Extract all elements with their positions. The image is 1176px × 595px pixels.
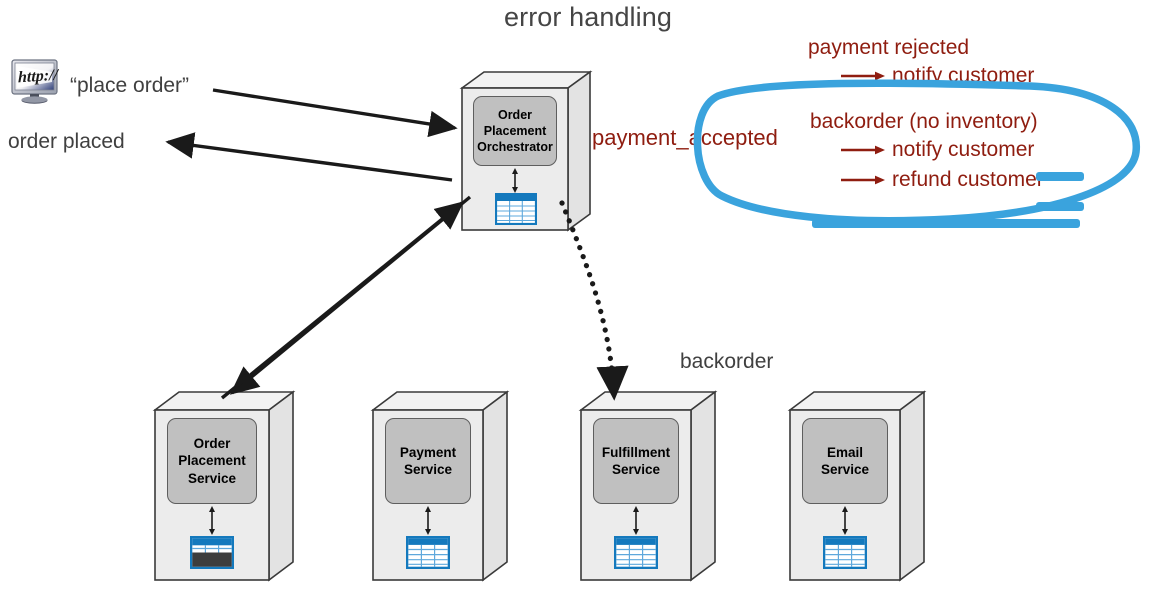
fulfillment-service-label-plate: Fulfillment Service <box>593 418 679 504</box>
payment-service-box[interactable]: Payment Service <box>370 390 510 582</box>
service-line-3: Service <box>187 470 237 486</box>
email-service-database-table-icon <box>822 535 868 574</box>
highlight-dash-notify-customer <box>1036 172 1084 181</box>
order-placement-service-database-table-icon-filled <box>189 535 235 574</box>
orchestrator-database-table-icon <box>494 192 538 230</box>
fulfillment-service-box[interactable]: Fulfillment Service <box>578 390 718 582</box>
page-title: error handling <box>503 2 672 32</box>
annotation-heading: payment rejected <box>808 36 970 59</box>
annotation-action-row: refund customer <box>840 168 1044 192</box>
client-request-label: “place order” <box>70 74 190 97</box>
service-line-2: Service <box>611 462 661 477</box>
arrow-order-placed <box>165 132 453 182</box>
red-arrow-icon <box>841 175 885 185</box>
highlight-dash-refund-customer <box>1036 202 1084 211</box>
backorder-label: backorder <box>680 350 774 373</box>
annotation-heading: backorder (no inventory) <box>810 110 1038 133</box>
service-line-1: Order <box>193 436 231 452</box>
payment-service-database-table-icon <box>405 535 451 574</box>
svg-text:http://: http:// <box>18 67 60 87</box>
payment-service-label-plate: Payment Service <box>385 418 471 504</box>
annotation-group-payment-rejected: payment rejected notify customer <box>808 36 1034 87</box>
arrow-order-service-to-orchestrator <box>220 201 465 400</box>
order-placement-service-box[interactable]: Order Placement Service <box>152 390 296 582</box>
payment-accepted-label: payment_accepted <box>592 125 778 150</box>
arrow-orchestrator-to-order-service <box>229 195 472 395</box>
client-response-label: order placed <box>8 130 125 153</box>
highlight-underline <box>812 219 1080 228</box>
fulfillment-service-database-table-icon <box>613 535 659 574</box>
service-line-2: Service <box>820 462 870 477</box>
arrow-place-order <box>212 88 458 138</box>
orchestrator-line-1: Order <box>497 108 533 122</box>
service-line-2: Service <box>403 462 453 477</box>
service-line-1: Fulfillment <box>601 444 671 460</box>
red-arrow-icon <box>841 71 885 81</box>
orchestrator-line-2: Placement <box>483 124 547 138</box>
annotation-action-label: notify customer <box>892 138 1035 161</box>
orchestrator-label-plate: Order Placement Orchestrator <box>473 96 557 166</box>
service-line-1: Email <box>826 444 864 460</box>
service-line-1: Payment <box>399 444 457 460</box>
email-service-box[interactable]: Email Service <box>787 390 927 582</box>
annotation-action-row: notify customer <box>840 138 1034 162</box>
diagram-canvas: error handling http:// “place order” ord… <box>0 0 1176 595</box>
red-arrow-icon <box>841 145 885 155</box>
service-line-2: Placement <box>178 453 246 469</box>
email-service-label-plate: Email Service <box>802 418 888 504</box>
annotation-group-backorder: backorder (no inventory) notify customer… <box>810 110 1044 191</box>
annotation-action-label: refund customer <box>892 168 1044 191</box>
annotation-action-row: notify customer <box>840 64 1034 88</box>
http-monitor-icon: http:// <box>10 58 62 106</box>
orchestrator-line-3: Orchestrator <box>477 140 553 154</box>
order-placement-service-label-plate: Order Placement Service <box>167 418 257 504</box>
annotation-action-label: notify customer <box>892 64 1035 87</box>
order-placement-orchestrator-box[interactable]: Order Placement Orchestrator <box>459 70 593 232</box>
